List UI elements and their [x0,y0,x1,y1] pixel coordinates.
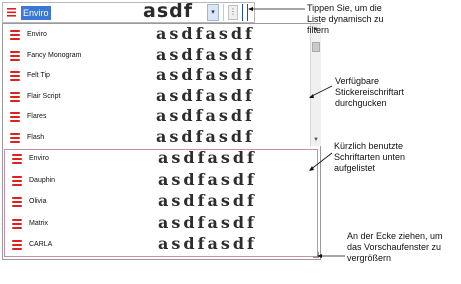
font-preview: asdfasdf [156,24,255,43]
scroll-thumb[interactable] [312,42,320,52]
caret-line-secondary [247,4,248,21]
font-icon [12,154,24,164]
font-name: Felt Tip [27,72,50,79]
font-name: Enviro [29,155,49,162]
annotation-recent: Kürzlich benutzte Schriftarten unten auf… [334,141,405,174]
font-name: Enviro [27,31,47,38]
font-icon [10,30,22,40]
font-icon [12,197,24,207]
annotation-filter-line2: Liste dynamisch zu [307,14,384,24]
annotation-recent-line1: Kürzlich benutzte [334,141,404,151]
font-row[interactable]: Olivia asdfasdf [5,191,317,211]
font-row[interactable]: Dauphin asdfasdf [5,169,317,190]
annotation-browse-line3: durchgucken [335,98,387,108]
font-icon [12,218,24,229]
annotation-resize: An der Ecke ziehen, um das Vorschaufenst… [347,231,443,264]
caret-line [242,4,243,21]
font-row[interactable]: Matrix asdfasdf [5,212,317,233]
font-icon [10,112,22,122]
font-combo[interactable]: Enviro asdf ▾ ⋮ [2,0,255,23]
font-preview: asdfasdf [156,106,255,125]
font-row[interactable]: Fancy Monogram asdfasdf [3,44,310,65]
font-row[interactable]: Felt Tip asdfasdf [3,65,310,85]
font-icon [12,240,24,250]
font-name: Olivia [29,198,47,205]
annotation-browse: Verfügbare Stickereischriftart durchguck… [335,76,404,109]
font-preview: asdfasdf [158,191,257,210]
recent-fonts-list[interactable]: Enviro asdfasdf Dauphin asdfasdf Olivia asdfa… [4,148,318,257]
annotation-resize-line3: vergrößern [347,253,392,263]
font-preview: asdfasdf [156,85,255,105]
font-list-scrollbar[interactable]: ▲ ▼ [310,24,321,146]
font-row[interactable]: CARLA asdfasdf [5,234,317,254]
combo-divider [223,4,224,21]
font-icon [6,6,18,19]
annotation-filter: Tippen Sie, um die Liste dynamisch zu fi… [307,3,384,36]
font-preview: asdfasdf [158,148,257,167]
font-name: Flares [27,113,47,120]
font-name: Dauphin [29,176,56,184]
font-name: Fancy Monogram [27,51,82,59]
annotation-filter-line1: Tippen Sie, um die [307,3,382,13]
font-row[interactable]: Enviro asdfasdf [5,148,317,168]
annotation-recent-line3: aufgelistet [334,163,376,173]
scroll-down-icon[interactable]: ▼ [311,135,321,146]
font-preview: asdfasdf [158,169,257,189]
font-name: Flash [27,133,45,141]
font-name: Flair Script [27,92,61,100]
vertical-dots-icon[interactable]: ⋮ [228,5,238,20]
font-icon [10,91,22,102]
combo-font-preview: asdf [143,0,193,22]
font-row[interactable]: Enviro asdfasdf [3,24,310,44]
font-dropdown-panel: Enviro asdfasdf Fancy Monogram asdfasdf Felt… [2,23,321,260]
available-fonts-list[interactable]: Enviro asdfasdf Fancy Monogram asdfasdf Felt… [3,24,310,146]
resize-grip-icon[interactable] [313,252,319,258]
font-row[interactable]: Flash asdfasdf [3,126,310,147]
font-preview: asdfasdf [158,212,257,232]
font-preview: asdfasdf [156,126,255,146]
font-icon [10,50,22,61]
annotation-browse-line1: Verfügbare [335,76,380,86]
font-preview: asdfasdf [158,234,257,253]
font-name: Matrix [29,219,49,227]
font-search-input[interactable]: Enviro [21,6,51,20]
font-icon [10,71,22,81]
font-name: CARLA [29,241,53,248]
font-icon [12,175,24,186]
annotation-resize-line1: An der Ecke ziehen, um [347,231,443,241]
annotation-resize-line2: das Vorschaufenster zu [347,242,442,252]
dropdown-arrow-icon[interactable]: ▾ [207,4,219,21]
font-row[interactable]: Flair Script asdfasdf [3,85,310,106]
annotation-browse-line2: Stickereischriftart [335,87,405,97]
font-icon [10,132,22,143]
annotation-filter-line3: filtern [307,25,330,35]
font-preview: asdfasdf [156,44,255,64]
font-row[interactable]: Flares asdfasdf [3,106,310,126]
font-preview: asdfasdf [156,65,255,84]
annotation-recent-line2: Schriftarten unten [334,152,406,162]
